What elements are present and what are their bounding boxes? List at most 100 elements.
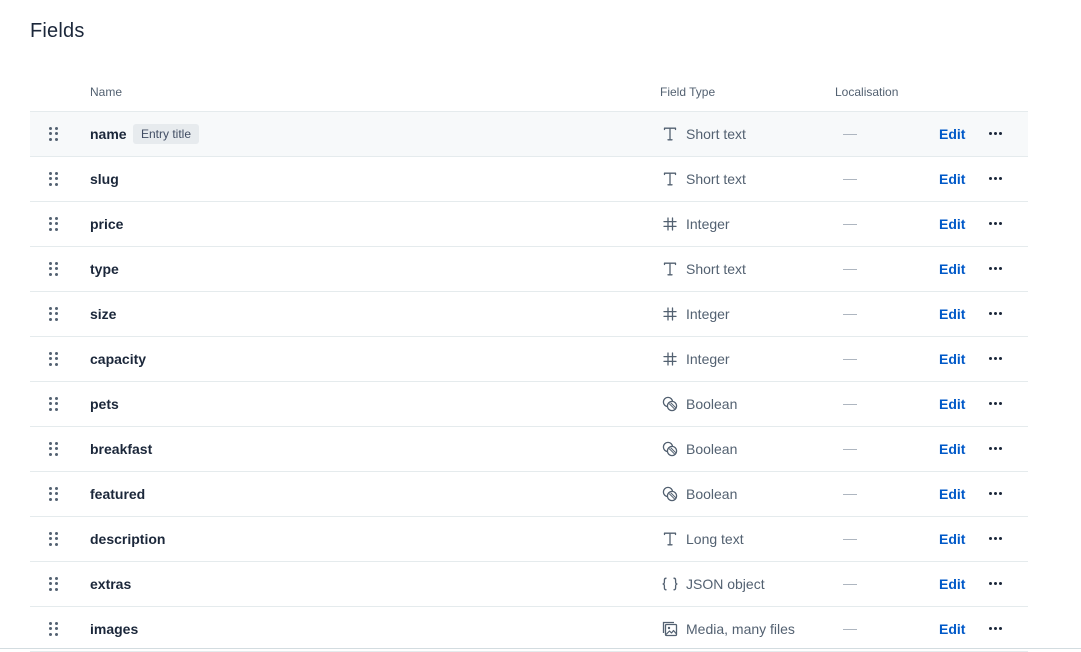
edit-button[interactable]: Edit	[939, 351, 965, 367]
table-row[interactable]: images Media, many files Edit	[30, 607, 1028, 652]
edit-button[interactable]: Edit	[939, 306, 965, 322]
text-icon	[660, 259, 680, 279]
text-icon	[660, 529, 680, 549]
field-type-label: Boolean	[686, 396, 738, 412]
localisation-value	[843, 179, 857, 180]
localisation-value	[843, 449, 857, 450]
field-name: name	[90, 126, 127, 142]
drag-handle-icon[interactable]	[49, 127, 59, 141]
localisation-value	[843, 134, 857, 135]
drag-handle-icon[interactable]	[49, 172, 59, 186]
field-name: breakfast	[90, 441, 153, 457]
field-type-label: Short text	[686, 171, 746, 187]
fields-table: Name Field Type Localisation name Entry t…	[30, 80, 1028, 652]
hash-icon	[660, 304, 680, 324]
drag-handle-icon[interactable]	[49, 352, 59, 366]
localisation-value	[843, 584, 857, 585]
localisation-value	[843, 494, 857, 495]
drag-handle-icon[interactable]	[49, 622, 59, 636]
field-type-label: Long text	[686, 531, 744, 547]
hash-icon	[660, 349, 680, 369]
localisation-value	[843, 629, 857, 630]
edit-button[interactable]: Edit	[939, 171, 965, 187]
drag-handle-icon[interactable]	[49, 262, 59, 276]
field-name: images	[90, 621, 139, 637]
field-name: pets	[90, 396, 119, 412]
table-row[interactable]: extras JSON object Edit	[30, 562, 1028, 607]
drag-handle-icon[interactable]	[49, 442, 59, 456]
localisation-value	[843, 359, 857, 360]
text-icon	[660, 124, 680, 144]
drag-handle-icon[interactable]	[49, 577, 59, 591]
field-type-label: Boolean	[686, 486, 738, 502]
page-title: Fields	[30, 20, 85, 42]
drag-handle-icon[interactable]	[49, 397, 59, 411]
table-row[interactable]: size Integer Edit	[30, 292, 1028, 337]
field-type-label: Boolean	[686, 441, 738, 457]
table-row[interactable]: pets Boolean Edit	[30, 382, 1028, 427]
field-type-label: Integer	[686, 306, 730, 322]
edit-button[interactable]: Edit	[939, 216, 965, 232]
more-actions-icon[interactable]	[988, 576, 1002, 590]
boolean-icon	[660, 394, 680, 414]
field-name: price	[90, 216, 124, 232]
field-type-label: Integer	[686, 216, 730, 232]
field-name: capacity	[90, 351, 147, 367]
edit-button[interactable]: Edit	[939, 261, 965, 277]
field-type-label: Short text	[686, 261, 746, 277]
edit-button[interactable]: Edit	[939, 486, 965, 502]
more-actions-icon[interactable]	[988, 486, 1002, 500]
field-type-label: Integer	[686, 351, 730, 367]
localisation-value	[843, 269, 857, 270]
more-actions-icon[interactable]	[988, 396, 1002, 410]
edit-button[interactable]: Edit	[939, 531, 965, 547]
drag-handle-icon[interactable]	[49, 307, 59, 321]
column-header-localisation: Localisation	[835, 85, 899, 99]
more-actions-icon[interactable]	[988, 441, 1002, 455]
localisation-value	[843, 539, 857, 540]
table-row[interactable]: type Short text Edit	[30, 247, 1028, 292]
localisation-value	[843, 404, 857, 405]
edit-button[interactable]: Edit	[939, 126, 965, 142]
field-type-label: Media, many files	[686, 621, 795, 637]
table-row[interactable]: breakfast Boolean Edit	[30, 427, 1028, 472]
table-row[interactable]: capacity Integer Edit	[30, 337, 1028, 382]
more-actions-icon[interactable]	[988, 171, 1002, 185]
entry-title-badge: Entry title	[133, 124, 200, 144]
edit-button[interactable]: Edit	[939, 396, 965, 412]
field-type-label: Short text	[686, 126, 746, 142]
drag-handle-icon[interactable]	[49, 532, 59, 546]
edit-button[interactable]: Edit	[939, 441, 965, 457]
field-name: description	[90, 531, 166, 547]
more-actions-icon[interactable]	[988, 216, 1002, 230]
boolean-icon	[660, 484, 680, 504]
field-name: type	[90, 261, 119, 277]
drag-handle-icon[interactable]	[49, 487, 59, 501]
table-body: name Entry title Short text Edit slug Short t…	[30, 112, 1028, 652]
field-name: size	[90, 306, 117, 322]
json-icon	[660, 574, 680, 594]
field-type-label: JSON object	[686, 576, 765, 592]
media-icon	[660, 619, 680, 639]
more-actions-icon[interactable]	[988, 126, 1002, 140]
field-name: slug	[90, 171, 119, 187]
table-row[interactable]: featured Boolean Edit	[30, 472, 1028, 517]
more-actions-icon[interactable]	[988, 306, 1002, 320]
drag-handle-icon[interactable]	[49, 217, 59, 231]
edit-button[interactable]: Edit	[939, 621, 965, 637]
table-header: Name Field Type Localisation	[30, 80, 1028, 112]
table-row[interactable]: name Entry title Short text Edit	[30, 112, 1028, 157]
table-row[interactable]: price Integer Edit	[30, 202, 1028, 247]
boolean-icon	[660, 439, 680, 459]
more-actions-icon[interactable]	[988, 531, 1002, 545]
more-actions-icon[interactable]	[988, 621, 1002, 635]
more-actions-icon[interactable]	[988, 261, 1002, 275]
edit-button[interactable]: Edit	[939, 576, 965, 592]
more-actions-icon[interactable]	[988, 351, 1002, 365]
table-row[interactable]: slug Short text Edit	[30, 157, 1028, 202]
localisation-value	[843, 224, 857, 225]
field-name: extras	[90, 576, 132, 592]
hash-icon	[660, 214, 680, 234]
table-row[interactable]: description Long text Edit	[30, 517, 1028, 562]
field-name: featured	[90, 486, 146, 502]
